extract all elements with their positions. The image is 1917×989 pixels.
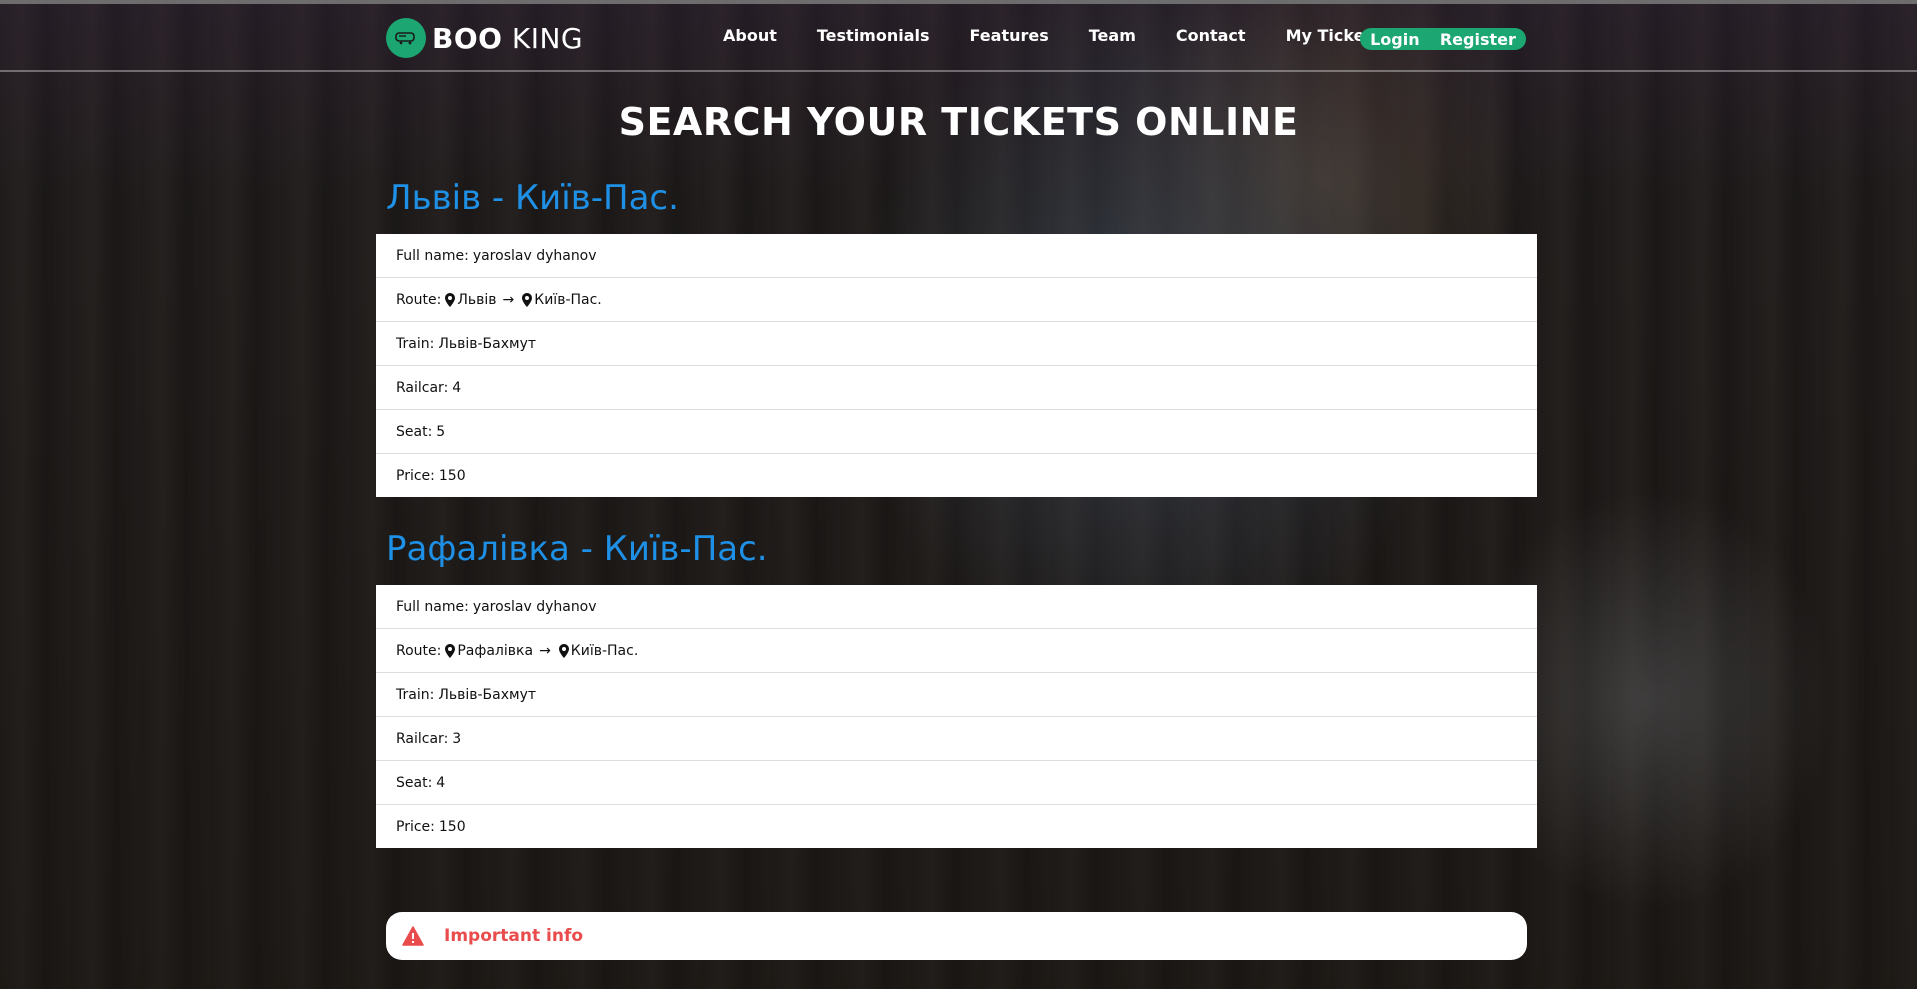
train-label: Train: (396, 335, 435, 352)
railcar-value: 3 (452, 730, 462, 747)
nav-features[interactable]: Features (970, 26, 1049, 45)
ticket-card: Full name: yaroslav dyhanov Route: Львів… (376, 234, 1537, 497)
ticket-train-row: Train: Львів-Бахмут (376, 673, 1537, 717)
page-title: SEARCH YOUR TICKETS ONLINE (618, 100, 1299, 144)
route-label: Route: (396, 642, 442, 659)
ticket-full-name-row: Full name: yaroslav dyhanov (376, 585, 1537, 629)
ticket-seat-row: Seat: 4 (376, 761, 1537, 805)
auth-buttons: Login Register (1360, 28, 1526, 50)
ticket-card: Full name: yaroslav dyhanov Route: Рафал… (376, 585, 1537, 848)
ticket-railcar-row: Railcar: 4 (376, 366, 1537, 410)
route-from: Рафалівка (457, 642, 534, 659)
train-icon (386, 18, 426, 58)
railcar-value: 4 (452, 379, 462, 396)
full-name-label: Full name: (396, 247, 469, 264)
brand-name: BOO KING (432, 22, 583, 55)
arrow-right-icon: → (539, 642, 551, 659)
ticket-full-name-row: Full name: yaroslav dyhanov (376, 234, 1537, 278)
train-value: Львів-Бахмут (438, 686, 537, 703)
map-pin-icon (522, 292, 533, 307)
important-info-label: Important info (444, 926, 584, 946)
warning-icon (402, 926, 424, 946)
full-name-value: yaroslav dyhanov (472, 247, 597, 264)
ticket-seat-row: Seat: 5 (376, 410, 1537, 454)
map-pin-icon (445, 643, 456, 658)
ticket-title: Львів - Київ-Пас. (386, 178, 679, 218)
nav-contact[interactable]: Contact (1176, 26, 1246, 45)
ticket-route-row: Route: Рафалівка → Київ-Пас. (376, 629, 1537, 673)
seat-label: Seat: (396, 774, 433, 791)
price-label: Price: (396, 818, 435, 835)
map-pin-icon (558, 643, 569, 658)
ticket-title: Рафалівка - Київ-Пас. (386, 529, 768, 569)
route-from: Львів (457, 291, 497, 308)
brand-name-light: KING (511, 21, 584, 55)
seat-label: Seat: (396, 423, 433, 440)
route-to: Київ-Пас. (570, 642, 639, 659)
arrow-right-icon: → (502, 291, 515, 308)
brand-name-bold: BOO (432, 21, 503, 55)
route-label: Route: (396, 291, 442, 308)
price-value: 150 (438, 467, 466, 484)
brand-logo[interactable]: BOO KING (386, 18, 583, 58)
price-value: 150 (438, 818, 466, 835)
seat-value: 4 (436, 774, 446, 791)
full-name-value: yaroslav dyhanov (472, 598, 597, 615)
map-pin-icon (445, 292, 456, 307)
ticket-price-row: Price: 150 (376, 805, 1537, 848)
ticket-train-row: Train: Львів-Бахмут (376, 322, 1537, 366)
ticket-railcar-row: Railcar: 3 (376, 717, 1537, 761)
train-value: Львів-Бахмут (438, 335, 537, 352)
railcar-label: Railcar: (396, 730, 449, 747)
main-nav: About Testimonials Features Team Contact… (723, 26, 1422, 45)
nav-about[interactable]: About (723, 26, 777, 45)
train-label: Train: (396, 686, 435, 703)
ticket-price-row: Price: 150 (376, 454, 1537, 497)
site-header: BOO KING About Testimonials Features Tea… (0, 4, 1917, 72)
railcar-label: Railcar: (396, 379, 449, 396)
register-button[interactable]: Register (1440, 30, 1516, 49)
full-name-label: Full name: (396, 598, 469, 615)
route-to: Київ-Пас. (534, 291, 602, 308)
login-button[interactable]: Login (1370, 30, 1420, 49)
seat-value: 5 (436, 423, 446, 440)
important-info-bar[interactable]: Important info (386, 912, 1527, 960)
price-label: Price: (396, 467, 435, 484)
nav-team[interactable]: Team (1089, 26, 1136, 45)
ticket-route-row: Route: Львів → Київ-Пас. (376, 278, 1537, 322)
nav-testimonials[interactable]: Testimonials (817, 26, 930, 45)
